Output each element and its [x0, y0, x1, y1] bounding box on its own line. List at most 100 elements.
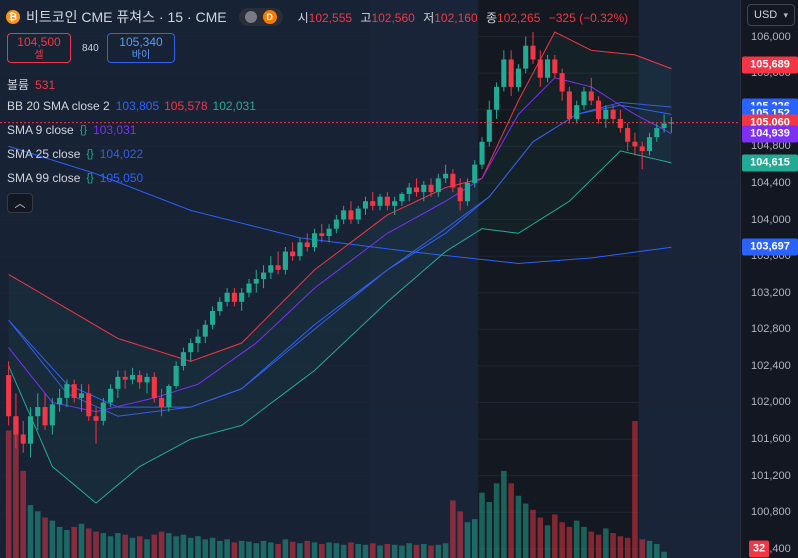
price-chart[interactable]: [0, 0, 740, 558]
candle-body: [115, 376, 121, 389]
candle-body: [20, 434, 26, 444]
volume-bar: [49, 520, 56, 558]
candle-body: [144, 376, 150, 383]
volume-bar: [122, 534, 128, 558]
volume-bar: [304, 540, 310, 558]
legend-volume[interactable]: 볼륨 531: [7, 76, 55, 93]
symbol-header: ₿ 비트코인 CME 퓨쳐스 · 15 · CME D 시102,555 고10…: [6, 7, 628, 27]
candle-body: [42, 407, 48, 426]
volume-bar: [479, 492, 485, 558]
volume-bar: [544, 525, 551, 558]
candle-body: [210, 311, 216, 325]
candle-body: [202, 324, 208, 337]
volume-bar: [624, 537, 631, 558]
candle-body: [35, 407, 41, 417]
legend-volume-name: 볼륨: [7, 78, 30, 92]
candle-body: [464, 182, 470, 202]
volume-bar: [413, 544, 420, 558]
volume-bar: [275, 544, 281, 558]
volume-bar: [406, 543, 412, 558]
volume-bar: [632, 421, 638, 558]
volume-bar: [559, 522, 565, 558]
legend-sma9-value: 103,031: [93, 123, 137, 137]
symbol-title[interactable]: 비트코인 CME 퓨쳐스 · 15 · CME: [26, 7, 227, 27]
source-code-icon[interactable]: {}: [86, 172, 93, 184]
candle-body: [581, 91, 587, 106]
sell-label: 셀: [34, 50, 44, 61]
volume-bar: [391, 544, 398, 558]
candle-body: [188, 343, 194, 353]
legend-bb[interactable]: BB 20 SMA close 2 103,805 105,578 102,03…: [7, 99, 256, 113]
candle-body: [239, 292, 245, 302]
candle-body: [13, 416, 19, 435]
buy-button[interactable]: 105,340 바이: [107, 33, 175, 63]
legend-sma99[interactable]: SMA 99 close {} 105,050: [7, 171, 143, 185]
volume-bar: [151, 534, 158, 558]
volume-bar: [457, 511, 463, 558]
volume-bar: [5, 430, 12, 558]
candle-body: [406, 187, 412, 194]
volume-bar: [377, 545, 383, 558]
volume-bar: [661, 551, 667, 558]
candle-body: [639, 146, 645, 151]
visibility-toggle[interactable]: D: [238, 8, 283, 26]
volume-bar: [64, 530, 70, 558]
candle-body: [173, 365, 179, 387]
ohlc-close-label: 종: [485, 10, 498, 25]
sell-button[interactable]: 104,500 셀: [7, 33, 71, 63]
price-tick-label: 101,200: [751, 469, 791, 482]
candle-body: [253, 279, 259, 284]
price-label: 104,615: [742, 154, 798, 172]
candle-body: [559, 73, 565, 92]
candle-body: [515, 68, 521, 87]
legend-volume-value: 531: [35, 77, 56, 92]
volume-bar: [603, 528, 609, 558]
collapse-legend-button[interactable]: ︿: [7, 193, 33, 213]
source-code-icon[interactable]: {}: [86, 148, 93, 160]
candle-body: [566, 91, 572, 119]
legend-sma25[interactable]: SMA 25 close {} 104,022: [7, 147, 143, 161]
volume-bar: [501, 470, 507, 558]
candle-body: [304, 242, 310, 247]
candle-body: [129, 375, 135, 380]
volume-bar: [348, 542, 354, 558]
source-code-icon[interactable]: {}: [80, 124, 87, 136]
volume-bar: [195, 536, 201, 558]
volume-bar: [260, 540, 267, 558]
price-axis[interactable]: 106,000105,600105,200104,800104,400104,0…: [740, 0, 798, 558]
candle-body: [501, 59, 507, 87]
volume-bar: [319, 544, 325, 558]
legend-sma9[interactable]: SMA 9 close {} 103,031: [7, 123, 136, 137]
volume-bar: [617, 536, 624, 558]
ohlc-high-value: 102,560: [371, 10, 415, 25]
volume-bar: [173, 536, 179, 558]
price-tick-label: 102,800: [751, 323, 791, 336]
volume-bar: [93, 531, 99, 558]
volume-bar: [435, 544, 442, 558]
volume-bar: [370, 543, 376, 558]
candle-body: [319, 233, 325, 237]
ohlc-change: −325 (−0.32%): [548, 10, 629, 25]
currency-selector[interactable]: USD ▾: [747, 4, 795, 26]
spread-value: 840: [82, 43, 99, 54]
candle-body: [290, 251, 296, 257]
volume-bar: [297, 543, 303, 558]
legend-bb-name: BB 20 SMA close 2: [7, 99, 110, 113]
volume-bar: [486, 502, 493, 558]
price-tick-label: 104,000: [751, 213, 791, 226]
ohlc-close-value: 102,265: [497, 10, 541, 25]
volume-bar: [209, 537, 216, 558]
ohlc-low-label: 저: [423, 10, 435, 25]
volume-bar: [202, 539, 209, 558]
volume-bar: [450, 500, 456, 558]
volume-bar: [268, 542, 274, 558]
eye-icon: [244, 11, 257, 23]
price-tick-label: 100,800: [751, 506, 791, 519]
volume-bar: [508, 483, 514, 558]
candle-body: [57, 397, 63, 405]
candle-body: [341, 210, 347, 220]
volume-bar: [20, 470, 26, 558]
candle-body: [180, 352, 186, 366]
price-tick-label: 104,800: [751, 140, 791, 153]
volume-bar: [515, 495, 522, 558]
